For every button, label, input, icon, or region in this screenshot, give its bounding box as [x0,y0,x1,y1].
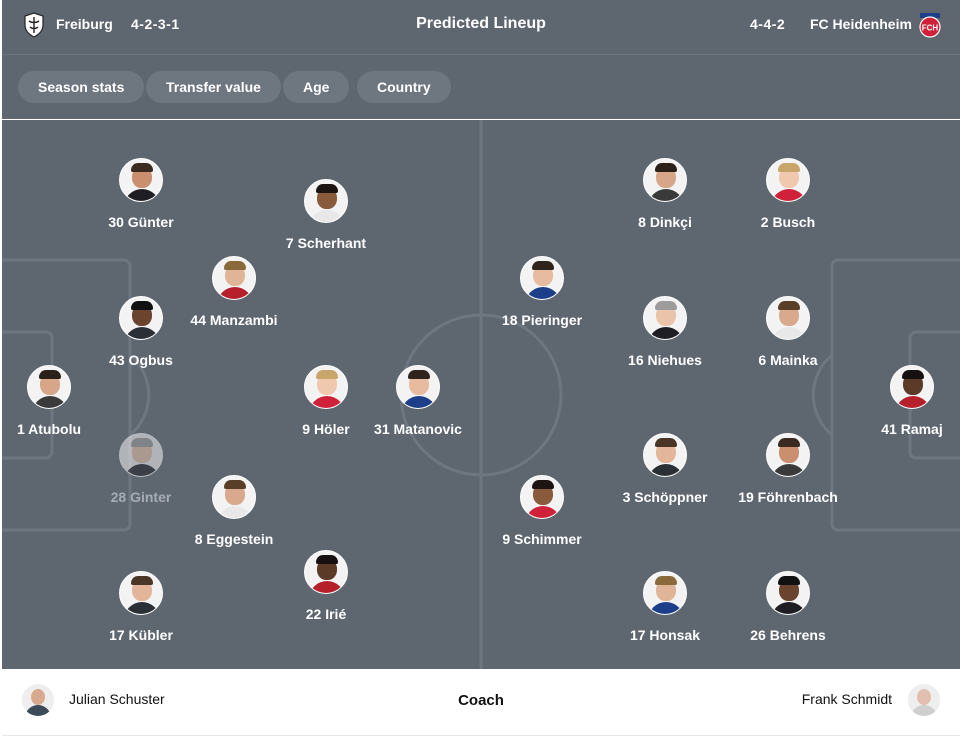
lineup-header: Freiburg 4-2-3-1 Predicted Lineup 4-4-2 … [2,0,960,55]
home-player-3[interactable]: 43 Ogbus [61,296,221,368]
player-label: 19 Föhrenbach [738,489,838,505]
player-avatar[interactable] [304,179,348,223]
player-avatar[interactable] [643,296,687,340]
player-label: 7 Scherhant [285,235,367,251]
filter-season-stats[interactable]: Season stats [18,71,145,103]
player-avatar[interactable] [766,296,810,340]
player-avatar[interactable] [119,433,163,477]
away-formation: 4-4-2 [750,16,786,32]
player-avatar[interactable] [119,158,163,202]
away-player-10[interactable]: 26 Behrens [708,571,868,643]
home-player-10[interactable]: 17 Kübler [61,571,221,643]
player-label: 31 Matanovic [374,421,462,437]
player-label: 22 Irié [305,606,347,622]
away-team-name[interactable]: FC Heidenheim [810,16,912,32]
away-coach-avatar[interactable] [908,684,940,716]
player-avatar[interactable] [304,550,348,594]
home-player-9[interactable]: 22 Irié [246,550,406,622]
player-label: 26 Behrens [750,627,826,643]
player-avatar[interactable] [890,365,934,409]
player-avatar[interactable] [520,256,564,300]
away-player-4[interactable]: 6 Mainka [708,296,868,368]
filter-country[interactable]: Country [357,71,451,103]
player-avatar[interactable] [27,365,71,409]
home-player-8[interactable]: 8 Eggestein [154,475,314,547]
player-label: 2 Busch [760,214,816,230]
heidenheim-crest-text: FCH [922,24,939,33]
player-avatar[interactable] [396,365,440,409]
player-avatar[interactable] [766,158,810,202]
player-avatar[interactable] [643,433,687,477]
filter-age[interactable]: Age [283,71,350,103]
stat-filter-bar: Season stats Transfer value Age Country [2,55,960,119]
player-avatar[interactable] [766,433,810,477]
player-avatar[interactable] [520,475,564,519]
home-player-6[interactable]: 31 Matanovic [338,365,498,437]
coach-bar: Julian Schuster Coach Frank Schmidt [2,669,960,736]
player-avatar[interactable] [643,571,687,615]
away-player-1[interactable]: 2 Busch [708,158,868,230]
player-avatar[interactable] [766,571,810,615]
home-player-4[interactable]: 1 Atubolu [2,365,129,437]
player-label: 17 Kübler [109,627,173,643]
away-coach-name[interactable]: Frank Schmidt [802,691,892,707]
filter-transfer-value[interactable]: Transfer value [146,71,281,103]
player-avatar[interactable] [643,158,687,202]
player-avatar[interactable] [119,296,163,340]
player-label: 30 Günter [108,214,174,230]
player-avatar[interactable] [212,475,256,519]
player-label: 9 Schimmer [502,531,582,547]
away-player-8[interactable]: 9 Schimmer [462,475,622,547]
player-avatar[interactable] [212,256,256,300]
away-player-7[interactable]: 19 Föhrenbach [708,433,868,505]
home-player-0[interactable]: 30 Günter [61,158,221,230]
home-player-1[interactable]: 7 Scherhant [246,179,406,251]
heidenheim-crest-icon: FCH [919,13,941,38]
player-label: 8 Eggestein [194,531,274,547]
away-player-5[interactable]: 41 Ramaj [832,365,960,437]
pitch: 30 Günter 7 Scherhant 44 Manzambi 43 Ogbus 1… [2,120,960,669]
player-avatar[interactable] [119,571,163,615]
